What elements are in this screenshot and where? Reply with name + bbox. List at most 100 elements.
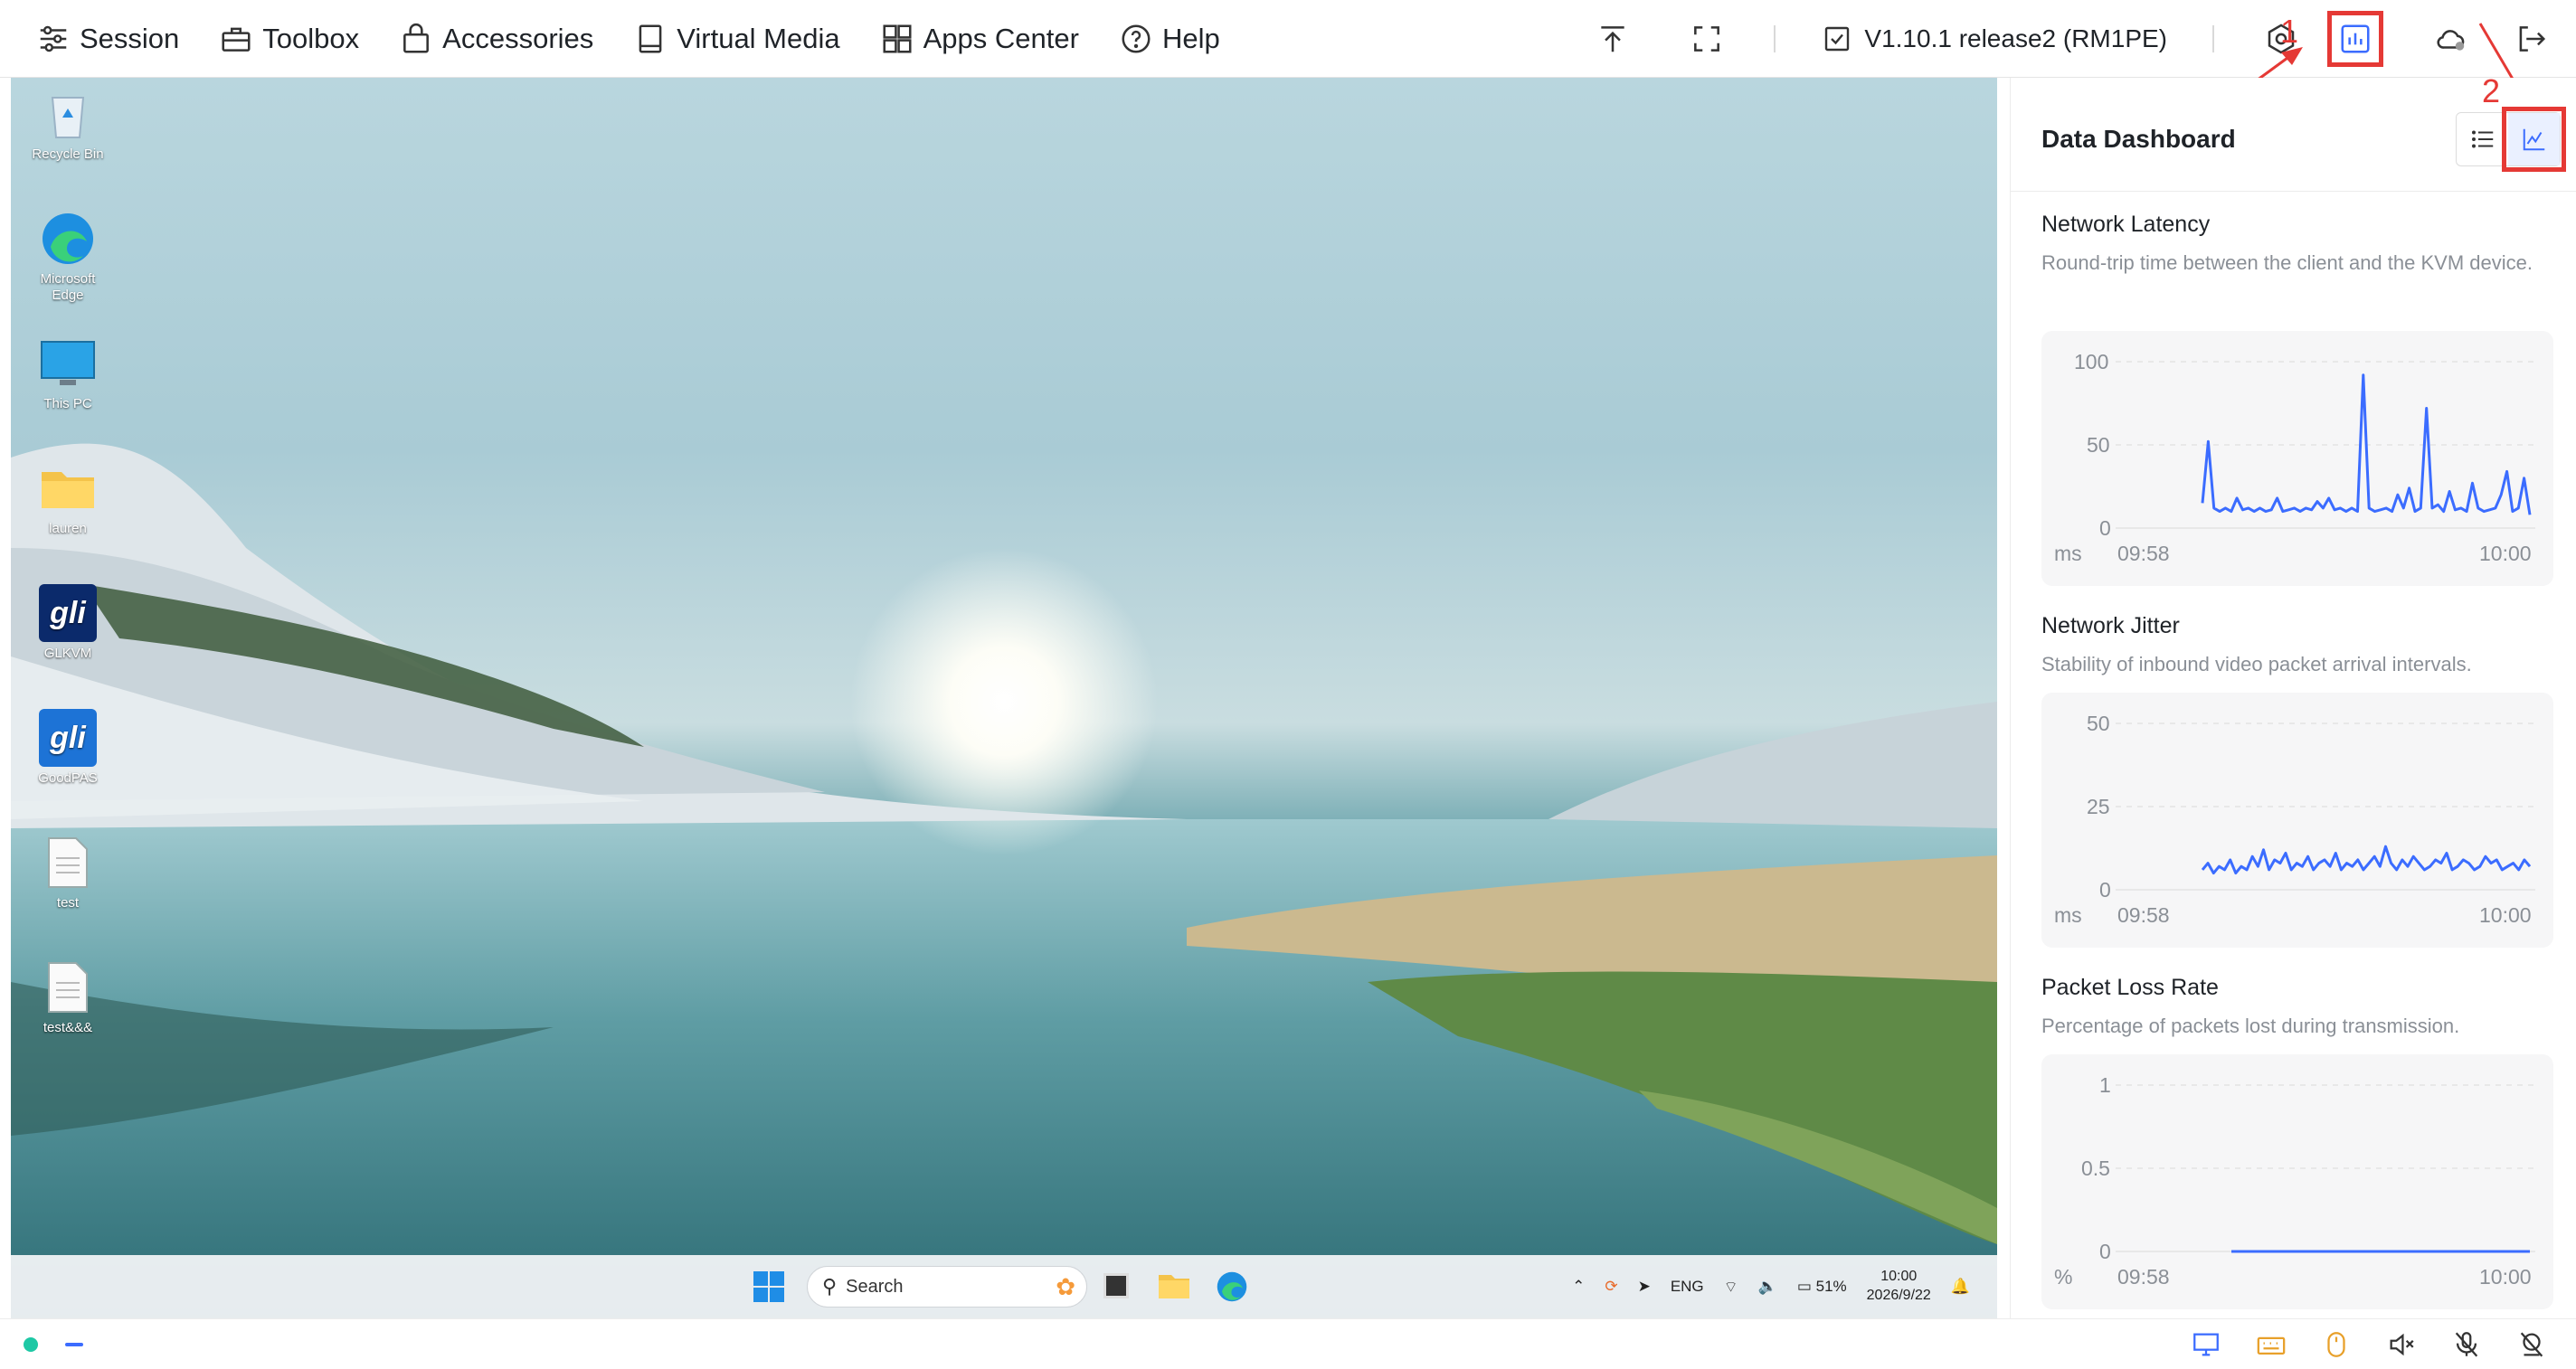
tray-volume-icon[interactable]: 🔈 — [1758, 1278, 1777, 1296]
desktop-icon-glkvm[interactable]: gli GLKVM — [27, 584, 109, 662]
tray-sync-icon[interactable]: ⟳ — [1605, 1278, 1617, 1296]
latency-chart[interactable]: 100 50 0 ms 09:58 10:00 — [2041, 331, 2553, 586]
connection-status-dot — [24, 1336, 38, 1352]
y-tick-label: 0 — [2099, 1240, 2111, 1263]
speaker-mute-button[interactable] — [2384, 1327, 2419, 1362]
drive-icon — [639, 24, 662, 53]
x-tick-end: 10:00 — [2479, 542, 2532, 565]
y-tick-label: 1 — [2099, 1073, 2111, 1097]
data-dashboard-button[interactable] — [2327, 11, 2383, 67]
jitter-chart-svg: 50 25 0 ms 09:58 10:00 — [2054, 712, 2535, 927]
y-tick-label: 0 — [2099, 878, 2111, 902]
metric-packet-loss-rate: Packet Loss Rate Percentage of packets l… — [2041, 975, 2553, 1044]
menu-help[interactable]: Help — [1119, 12, 1220, 66]
menu-accessories-label: Accessories — [442, 22, 594, 54]
y-tick-label: 0.5 — [2081, 1157, 2110, 1180]
desktop-icon-goodpas[interactable]: gli GoodPAS — [27, 709, 109, 787]
keyboard-icon — [2257, 1336, 2286, 1355]
line-chart-icon — [2523, 128, 2544, 151]
y-tick-label: 100 — [2074, 350, 2108, 373]
battery-icon: ▭ — [1796, 1278, 1812, 1295]
toolbar-right: V1.10.1 release2 (RM1PE) — [1591, 0, 2576, 78]
cloud-button[interactable] — [2429, 17, 2473, 61]
bottom-status-bar — [0, 1318, 2576, 1369]
x-tick-end: 10:00 — [2479, 903, 2532, 927]
upload-button[interactable] — [1591, 17, 1634, 61]
version-check-icon — [1825, 26, 1850, 52]
jitter-chart[interactable]: 50 25 0 ms 09:58 10:00 — [2041, 693, 2553, 948]
desktop-icon-label: GLKVM — [43, 646, 92, 661]
annotation-number-2: 2 — [2482, 72, 2501, 109]
taskbar-explorer-icon[interactable] — [1158, 1271, 1190, 1305]
fullscreen-icon — [1694, 26, 1720, 52]
tray-notification-icon[interactable]: 🔔 — [1951, 1278, 1970, 1296]
windows-start-button[interactable] — [753, 1270, 785, 1308]
menu-accessories[interactable]: Accessories — [399, 12, 593, 66]
desktop-icon-recycle-bin[interactable]: Recycle Bin — [27, 85, 109, 163]
data-dashboard-panel: Data Dashboard Network Latency Round-tri… — [2010, 78, 2576, 1318]
tray-language[interactable]: ENG — [1671, 1278, 1704, 1296]
tray-date: 2026/9/22 — [1866, 1288, 1931, 1303]
desktop-icon-label: test&&& — [43, 1020, 93, 1035]
keyboard-status-button[interactable] — [2254, 1327, 2288, 1362]
firmware-version[interactable]: V1.10.1 release2 (RM1PE) — [1821, 23, 2167, 55]
annotation-number-1: 1 — [2280, 13, 2299, 50]
menu-toolbox[interactable]: Toolbox — [219, 12, 359, 66]
task-view-icon[interactable] — [1103, 1273, 1129, 1298]
unit-label: ms — [2054, 903, 2082, 927]
desktop-icon-test[interactable]: test — [27, 834, 109, 911]
monitor-icon — [39, 335, 97, 392]
screen-status-button[interactable] — [2189, 1327, 2223, 1362]
search-icon: ⚲ — [822, 1275, 838, 1298]
tray-location-icon[interactable]: ➤ — [1638, 1278, 1651, 1296]
remote-desktop-view[interactable]: Recycle Bin Microsoft Edge This PC laure… — [11, 78, 1997, 1318]
microphone-mute-button[interactable] — [2449, 1327, 2484, 1362]
menu-apps-center-label: Apps Center — [923, 22, 1079, 54]
desktop-icon-label: lauren — [49, 521, 87, 536]
y-tick-label: 25 — [2087, 795, 2110, 818]
list-view-button[interactable] — [2457, 113, 2508, 165]
edge-browser-icon — [39, 210, 97, 268]
desktop-icon-lauren-folder[interactable]: lauren — [27, 459, 109, 537]
fullscreen-button[interactable] — [1685, 17, 1728, 61]
menu-session[interactable]: Session — [36, 12, 179, 66]
camera-off-icon — [2520, 1332, 2543, 1357]
mouse-status-button[interactable] — [2319, 1327, 2353, 1362]
menu-help-label: Help — [1161, 22, 1220, 54]
tray-battery[interactable]: ▭ 51% — [1797, 1278, 1847, 1296]
glkvm-app-icon: gli — [39, 584, 97, 642]
latency-chart-svg: 100 50 0 ms 09:58 10:00 — [2054, 350, 2535, 565]
desktop-icon-edge[interactable]: Microsoft Edge — [27, 210, 109, 304]
packet-loss-chart[interactable]: 1 0.5 0 % 09:58 10:00 — [2041, 1054, 2553, 1309]
taskbar-search-placeholder: Search — [846, 1276, 904, 1297]
sliders-icon — [40, 25, 67, 52]
view-toggle — [2456, 107, 2566, 172]
menu-apps-center[interactable]: Apps Center — [880, 12, 1079, 66]
toolbar-divider — [1774, 25, 1776, 52]
tray-chevron-up-icon[interactable]: ⌃ — [1572, 1278, 1585, 1296]
taskbar-search-box[interactable]: ⚲ Search ✿ — [807, 1266, 1087, 1308]
mouse-icon — [2327, 1332, 2345, 1357]
latency-series-line — [2201, 373, 2532, 515]
desktop-icon-test-amp[interactable]: test&&& — [27, 958, 109, 1036]
menu-virtual-media[interactable]: Virtual Media — [633, 12, 840, 66]
taskbar-edge-icon[interactable] — [1216, 1270, 1248, 1308]
status-controls — [2158, 1319, 2549, 1369]
tray-clock[interactable]: 10:00 2026/9/22 — [1867, 1268, 1931, 1306]
y-tick-label: 50 — [2087, 433, 2110, 457]
tray-wifi-icon[interactable]: ⌔ — [1724, 1278, 1738, 1297]
desktop-icon-label: GoodPAS — [38, 770, 98, 786]
tray-battery-percent: 51% — [1815, 1278, 1847, 1295]
packet-loss-chart-svg: 1 0.5 0 % 09:58 10:00 — [2054, 1073, 2535, 1289]
microphone-muted-icon — [2455, 1332, 2478, 1357]
unit-label: ms — [2054, 542, 2082, 565]
desktop-icon-this-pc[interactable]: This PC — [27, 335, 109, 412]
camera-mute-button[interactable] — [2514, 1327, 2549, 1362]
folder-icon — [39, 459, 97, 517]
upload-icon — [1601, 26, 1625, 52]
desktop-icon-label: Microsoft Edge — [40, 271, 96, 303]
chart-view-button[interactable] — [2502, 107, 2566, 172]
logout-button[interactable] — [2509, 17, 2552, 61]
x-tick-start: 09:58 — [2117, 1265, 2170, 1289]
y-tick-label: 50 — [2087, 712, 2110, 735]
